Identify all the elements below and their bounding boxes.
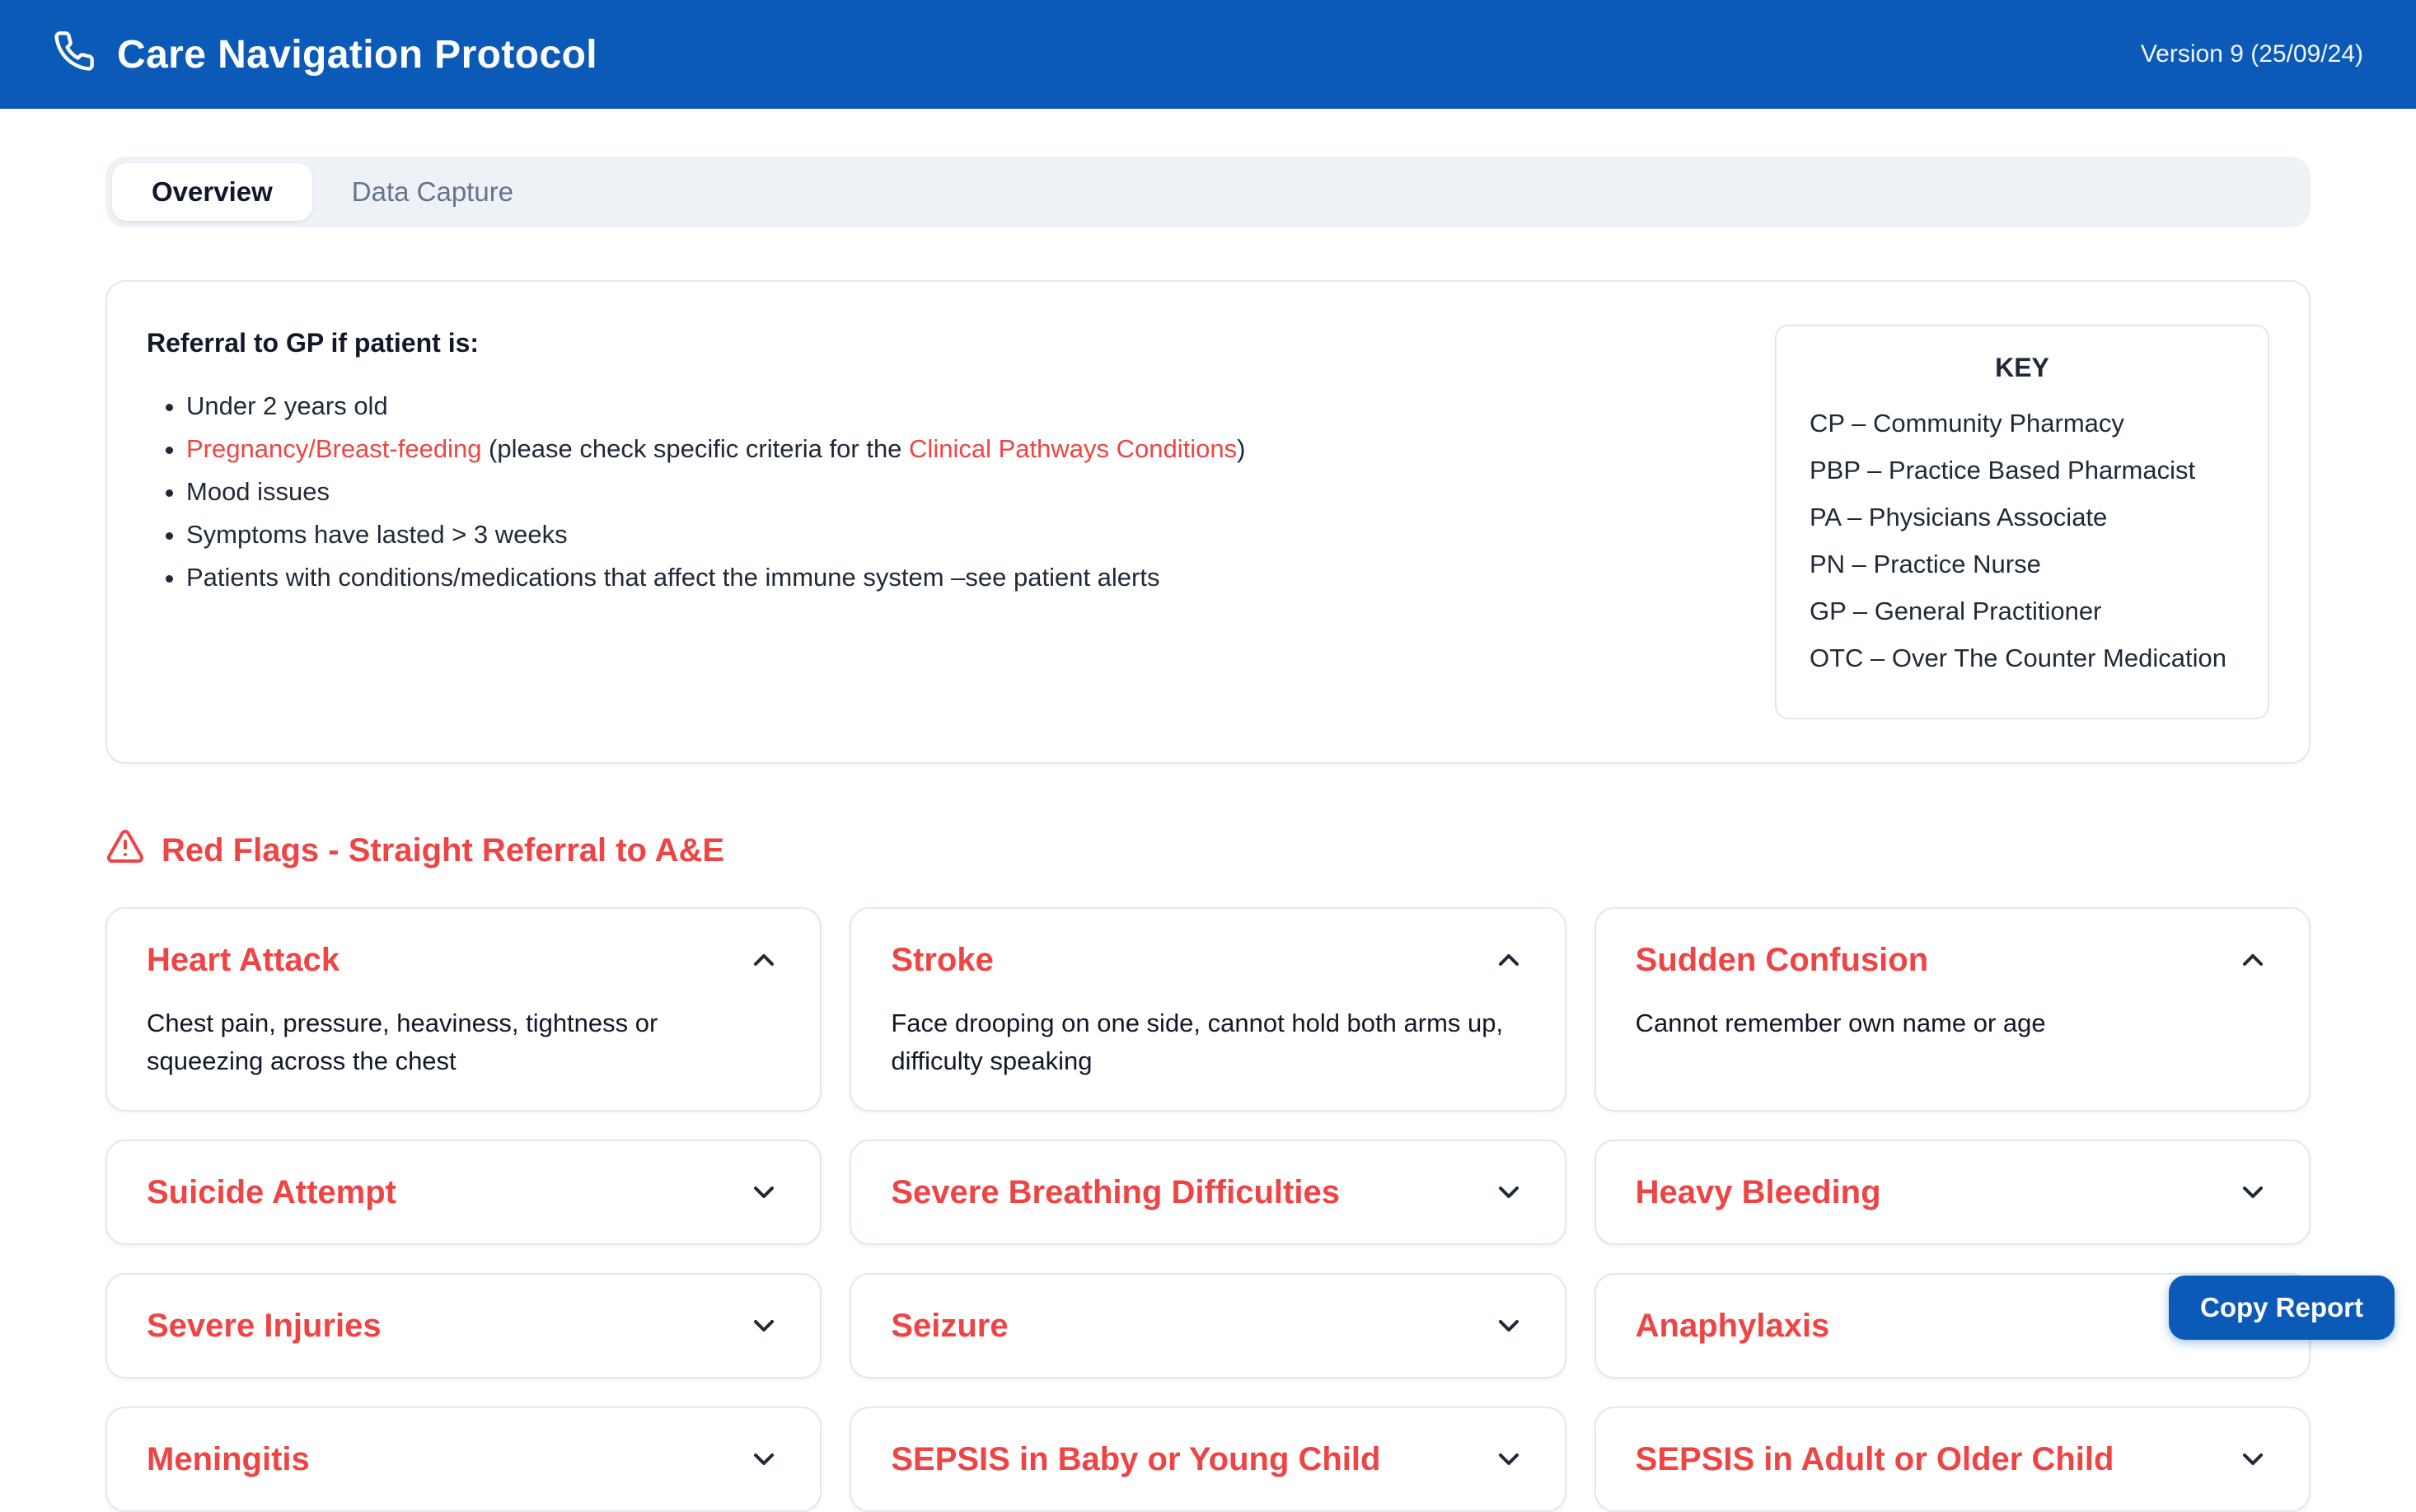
warning-triangle-icon — [105, 826, 145, 874]
chevron-down-icon[interactable] — [1492, 1309, 1525, 1342]
red-flag-title: Sudden Confusion — [1636, 939, 1929, 981]
chevron-down-icon[interactable] — [747, 1443, 780, 1476]
red-flag-card-suicide-attempt: Suicide Attempt — [105, 1140, 822, 1245]
red-flag-title: Anaphylaxis — [1636, 1304, 1830, 1347]
chevron-down-icon[interactable] — [1492, 1176, 1525, 1209]
red-flag-toggle-suicide-attempt[interactable]: Suicide Attempt — [147, 1171, 780, 1214]
red-flag-card-severe-injuries: Severe Injuries — [105, 1273, 822, 1379]
phone-icon — [53, 30, 96, 79]
red-flag-title: Heavy Bleeding — [1636, 1171, 1881, 1214]
red-flag-toggle-sudden-confusion[interactable]: Sudden Confusion — [1636, 939, 2269, 981]
red-flag-toggle-severe-injuries[interactable]: Severe Injuries — [147, 1304, 780, 1347]
red-flag-card-sepsis-in-baby-or-young-child: SEPSIS in Baby or Young Child — [850, 1407, 1566, 1512]
chevron-down-icon[interactable] — [2236, 1176, 2269, 1209]
key-entries: CP – Community PharmacyPBP – Practice Ba… — [1810, 400, 2235, 681]
referral-item: Pregnancy/Breast-feeding (please check s… — [186, 428, 1735, 470]
chevron-down-icon[interactable] — [747, 1309, 780, 1342]
key-entry: CP – Community Pharmacy — [1810, 400, 2235, 447]
red-flag-card-heavy-bleeding: Heavy Bleeding — [1594, 1140, 2311, 1245]
chevron-up-icon[interactable] — [2236, 943, 2269, 976]
referral-item-text: Patients with conditions/medications tha… — [186, 563, 1159, 592]
red-flag-card-heart-attack: Heart Attack Chest pain, pressure, heavin… — [105, 907, 822, 1112]
chevron-down-icon[interactable] — [747, 1176, 780, 1209]
red-flag-card-severe-breathing-difficulties: Severe Breathing Difficulties — [850, 1140, 1566, 1245]
red-flag-title: Suicide Attempt — [147, 1171, 396, 1214]
red-flag-title: Stroke — [891, 939, 994, 981]
tab-data-capture[interactable]: Data Capture — [312, 163, 553, 221]
red-flag-title: SEPSIS in Adult or Older Child — [1636, 1438, 2114, 1481]
red-flag-toggle-meningitis[interactable]: Meningitis — [147, 1438, 780, 1481]
red-flag-card-sepsis-in-adult-or-older-child: SEPSIS in Adult or Older Child — [1594, 1407, 2311, 1512]
referral-item: Symptoms have lasted > 3 weeks — [186, 513, 1735, 556]
key-entry: PBP – Practice Based Pharmacist — [1810, 447, 2235, 494]
red-flag-toggle-stroke[interactable]: Stroke — [891, 939, 1524, 981]
tab-overview[interactable]: Overview — [112, 163, 312, 221]
red-flag-description: Chest pain, pressure, heaviness, tightne… — [147, 1004, 780, 1080]
referral-item: Mood issues — [186, 470, 1735, 513]
referral-item-text: Under 2 years old — [186, 391, 388, 420]
red-flag-toggle-seizure[interactable]: Seizure — [891, 1304, 1524, 1347]
referral-panel: Referral to GP if patient is: Under 2 ye… — [105, 280, 2311, 764]
red-flag-title: Meningitis — [147, 1438, 310, 1481]
red-flag-toggle-heavy-bleeding[interactable]: Heavy Bleeding — [1636, 1171, 2269, 1214]
red-flag-title: Seizure — [891, 1304, 1008, 1347]
red-flag-title: SEPSIS in Baby or Young Child — [891, 1438, 1380, 1481]
red-flag-card-sudden-confusion: Sudden Confusion Cannot remember own name… — [1594, 907, 2311, 1112]
main-content: OverviewData Capture Referral to GP if p… — [0, 157, 2416, 1512]
referral-info: Referral to GP if patient is: Under 2 ye… — [147, 325, 1735, 719]
key-title: KEY — [1810, 353, 2235, 383]
referral-link[interactable]: Clinical Pathways Conditions — [909, 434, 1237, 463]
key-entry: GP – General Practitioner — [1810, 587, 2235, 634]
referral-link[interactable]: Pregnancy/Breast-feeding — [186, 434, 481, 463]
red-flags-heading-text: Red Flags - Straight Referral to A&E — [162, 832, 724, 869]
red-flag-toggle-sepsis-in-adult-or-older-child[interactable]: SEPSIS in Adult or Older Child — [1636, 1438, 2269, 1481]
referral-item-text: Symptoms have lasted > 3 weeks — [186, 520, 568, 549]
referral-item-text: Mood issues — [186, 477, 330, 506]
key-entry: OTC – Over The Counter Medication — [1810, 634, 2235, 681]
referral-item: Under 2 years old — [186, 385, 1735, 428]
red-flag-toggle-severe-breathing-difficulties[interactable]: Severe Breathing Difficulties — [891, 1171, 1524, 1214]
red-flag-toggle-heart-attack[interactable]: Heart Attack — [147, 939, 780, 981]
referral-item: Patients with conditions/medications tha… — [186, 556, 1735, 599]
referral-item-text: (please check specific criteria for the — [481, 434, 909, 463]
tab-strip: OverviewData Capture — [105, 157, 2311, 227]
referral-list: Under 2 years old Pregnancy/Breast-feedin… — [186, 385, 1735, 599]
red-flag-card-meningitis: Meningitis — [105, 1407, 822, 1512]
referral-heading: Referral to GP if patient is: — [147, 328, 1735, 358]
chevron-down-icon[interactable] — [2236, 1443, 2269, 1476]
chevron-down-icon[interactable] — [1492, 1443, 1525, 1476]
red-flags-heading: Red Flags - Straight Referral to A&E — [105, 826, 2311, 874]
version-label: Version 9 (25/09/24) — [2141, 40, 2363, 68]
key-entry: PA – Physicians Associate — [1810, 494, 2235, 541]
red-flag-title: Severe Breathing Difficulties — [891, 1171, 1340, 1214]
page-title: Care Navigation Protocol — [117, 32, 597, 77]
red-flag-toggle-sepsis-in-baby-or-young-child[interactable]: SEPSIS in Baby or Young Child — [891, 1438, 1524, 1481]
red-flag-description: Face drooping on one side, cannot hold b… — [891, 1004, 1524, 1080]
red-flag-title: Heart Attack — [147, 939, 339, 981]
red-flag-card-stroke: Stroke Face drooping on one side, cannot … — [850, 907, 1566, 1112]
red-flags-grid: Heart Attack Chest pain, pressure, heavin… — [105, 907, 2311, 1512]
red-flag-description: Cannot remember own name or age — [1636, 1004, 2269, 1042]
copy-report-button[interactable]: Copy Report — [2169, 1276, 2395, 1340]
red-flag-title: Severe Injuries — [147, 1304, 382, 1347]
referral-item-text: ) — [1237, 434, 1245, 463]
key-entry: PN – Practice Nurse — [1810, 541, 2235, 587]
key-box: KEY CP – Community PharmacyPBP – Practic… — [1775, 325, 2269, 719]
chevron-up-icon[interactable] — [1492, 943, 1525, 976]
red-flag-card-seizure: Seizure — [850, 1273, 1566, 1379]
app-header: Care Navigation Protocol Version 9 (25/0… — [0, 0, 2416, 109]
chevron-up-icon[interactable] — [747, 943, 780, 976]
